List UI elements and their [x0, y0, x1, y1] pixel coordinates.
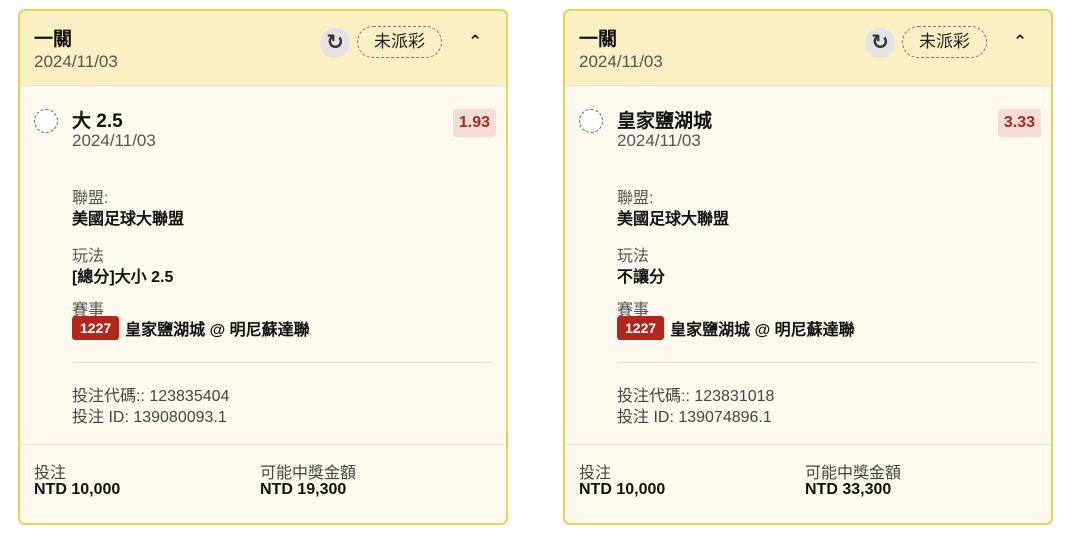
bet-date: 2024/11/03 — [579, 52, 663, 71]
league-value: 美國足球大聯盟 — [72, 211, 185, 228]
bet-id: 投注 ID: 139074896.1 — [617, 409, 772, 426]
stake-label: 投注 — [34, 465, 67, 482]
divider — [72, 362, 492, 363]
stake-value: NTD 10,000 — [579, 481, 666, 498]
selection-date: 2024/11/03 — [72, 131, 156, 150]
event-id-badge: 1227 — [617, 316, 665, 340]
stake-label: 投注 — [579, 465, 612, 482]
event-name: 皇家鹽湖城 @ 明尼蘇達聯 — [125, 322, 310, 339]
bet-slip-card: 一關 2024/11/03 ↻ 未派彩 ⌃ 皇家鹽湖城 2024/11/03 3… — [563, 9, 1053, 525]
market-value: 不讓分 — [617, 269, 666, 286]
bet-date: 2024/11/03 — [34, 52, 118, 71]
bet-slip-card: 一關 2024/11/03 ↻ 未派彩 ⌃ 大 2.5 2024/11/03 1… — [18, 9, 508, 525]
divider — [617, 362, 1037, 363]
selection-name: 皇家鹽湖城 — [617, 111, 713, 132]
event-name: 皇家鹽湖城 @ 明尼蘇達聯 — [670, 322, 855, 339]
league-value: 美國足球大聯盟 — [617, 211, 730, 228]
payout-value: NTD 19,300 — [260, 481, 347, 498]
bet-type-title: 一關 — [579, 29, 618, 50]
card-header: 一關 2024/11/03 ↻ 未派彩 ⌃ — [20, 11, 506, 86]
radio-circle-icon[interactable] — [34, 109, 58, 133]
payout-label: 可能中獎金額 — [805, 465, 902, 482]
bet-type-title: 一關 — [34, 29, 73, 50]
payout-label: 可能中獎金額 — [260, 465, 357, 482]
odds-badge: 3.33 — [997, 109, 1041, 137]
card-footer: 投注 NTD 10,000 可能中獎金額 NTD 33,300 — [565, 444, 1051, 523]
market-value: [總分]大小 2.5 — [72, 269, 174, 286]
selection-name: 大 2.5 — [72, 111, 123, 132]
selection-date: 2024/11/03 — [617, 131, 701, 150]
payout-value: NTD 33,300 — [805, 481, 892, 498]
refresh-icon[interactable]: ↻ — [320, 28, 350, 58]
event-id-badge: 1227 — [72, 316, 120, 340]
card-header: 一關 2024/11/03 ↻ 未派彩 ⌃ — [565, 11, 1051, 86]
status-badge: 未派彩 — [902, 26, 987, 58]
chevron-up-icon[interactable]: ⌃ — [1013, 32, 1027, 52]
bet-id: 投注 ID: 139080093.1 — [72, 409, 227, 426]
odds-badge: 1.93 — [452, 109, 496, 137]
status-badge: 未派彩 — [357, 26, 442, 58]
stake-value: NTD 10,000 — [34, 481, 121, 498]
card-footer: 投注 NTD 10,000 可能中獎金額 NTD 19,300 — [20, 444, 506, 523]
event-row: 1227 皇家鹽湖城 @ 明尼蘇達聯 — [72, 316, 310, 342]
event-row: 1227 皇家鹽湖城 @ 明尼蘇達聯 — [617, 316, 855, 342]
chevron-up-icon[interactable]: ⌃ — [468, 32, 482, 52]
refresh-icon[interactable]: ↻ — [865, 28, 895, 58]
radio-circle-icon[interactable] — [579, 109, 603, 133]
